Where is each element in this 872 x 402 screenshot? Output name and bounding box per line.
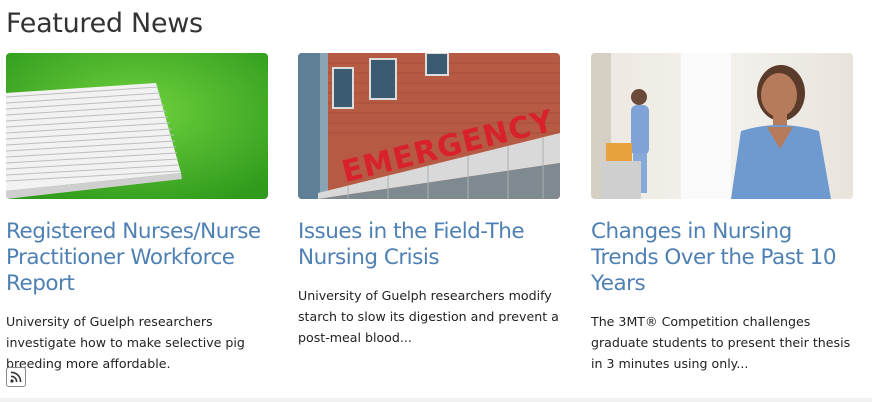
news-summary: The 3MT® Competition challenges graduate… (591, 314, 851, 371)
news-headline[interactable]: Registered Nurses/Nurse Practitioner Wor… (6, 219, 268, 297)
emergency-sign-image[interactable]: EMERGENCY (298, 53, 560, 199)
news-card: Registered Nurses/Nurse Practitioner Wor… (6, 53, 268, 374)
news-summary: University of Guelph researchers investi… (6, 314, 245, 371)
news-headline[interactable]: Changes in Nursing Trends Over the Past … (591, 219, 853, 297)
news-card: Changes in Nursing Trends Over the Past … (591, 53, 853, 374)
news-summary: University of Guelph researchers modify … (298, 288, 559, 345)
rss-icon (10, 371, 22, 383)
section-title: Featured News (6, 8, 203, 39)
rss-feed-button[interactable] (6, 367, 26, 387)
section-divider (0, 398, 872, 402)
nurse-photo-image[interactable] (591, 53, 853, 199)
news-headline[interactable]: Issues in the Field-The Nursing Crisis (298, 219, 560, 271)
paper-stack-image[interactable] (6, 53, 268, 199)
news-card: EMERGENCY Issues in the Field-The Nursin… (298, 53, 560, 348)
